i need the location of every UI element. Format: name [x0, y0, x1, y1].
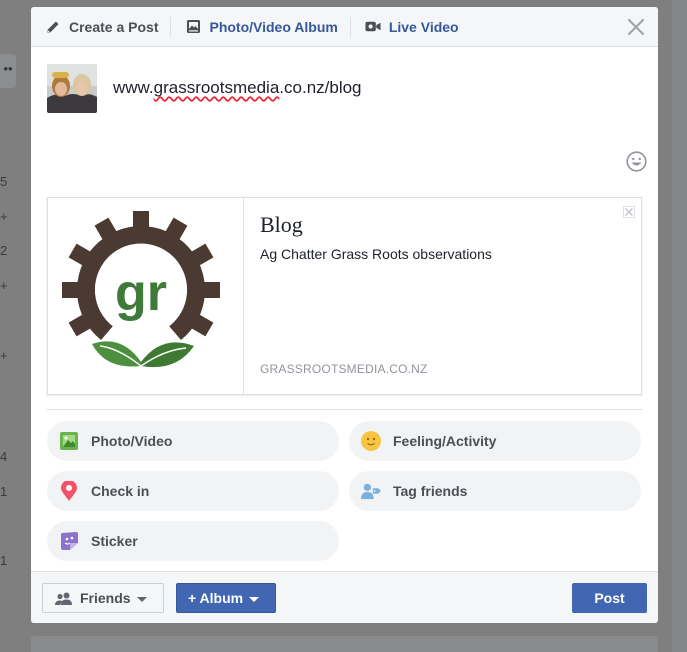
tab-live-video[interactable]: Live Video: [351, 7, 471, 47]
action-label: Feeling/Activity: [393, 433, 497, 449]
add-album-button[interactable]: + Album: [176, 583, 276, 613]
background-count: 1: [0, 484, 8, 499]
emoji-icon[interactable]: [626, 151, 647, 172]
photo-icon: [59, 431, 79, 451]
album-label: + Album: [188, 590, 244, 606]
background-count: +: [0, 209, 8, 224]
location-pin-icon: [59, 481, 79, 501]
background-count: 4: [0, 449, 8, 464]
remove-preview-icon[interactable]: [623, 205, 635, 218]
tag-friends-icon: [361, 481, 381, 501]
background-count: +: [0, 348, 8, 363]
tab-photo-video-album[interactable]: Photo/Video Album: [171, 7, 349, 47]
link-preview-image: gr: [48, 198, 244, 394]
post-button[interactable]: Post: [572, 583, 647, 613]
logo-text: gr: [115, 264, 167, 322]
video-camera-icon: [365, 19, 381, 35]
create-post-dialog: Create a Post Photo/Video Album Live Vid…: [31, 7, 658, 623]
divider: [47, 409, 642, 410]
post-text-misspelled: grassrootsmedia: [153, 78, 280, 97]
pencil-icon: [45, 19, 61, 35]
friends-icon: [55, 592, 72, 605]
smiley-icon: [361, 431, 381, 451]
tag-friends-button[interactable]: Tag friends: [349, 471, 641, 511]
background-count: 1: [0, 553, 8, 568]
background-more-button: ••: [0, 54, 16, 88]
chevron-down-icon: [136, 596, 147, 602]
check-in-button[interactable]: Check in: [47, 471, 339, 511]
background-count: 2: [0, 243, 8, 258]
action-label: Check in: [91, 483, 150, 499]
link-preview-domain: GRASSROOTSMEDIA.CO.NZ: [260, 362, 428, 376]
tab-label: Photo/Video Album: [209, 18, 338, 35]
post-text-prefix: www.: [113, 78, 154, 97]
photo-video-button[interactable]: Photo/Video: [47, 421, 339, 461]
tab-label: Create a Post: [69, 18, 159, 35]
action-label: Sticker: [91, 533, 138, 549]
background-card: [31, 636, 658, 652]
background-count: +: [0, 278, 8, 293]
sticker-button[interactable]: Sticker: [47, 521, 339, 561]
link-preview-card[interactable]: gr Blog Ag Chatter Grass Roots observati…: [47, 197, 642, 395]
background-count: 5: [0, 174, 8, 189]
composer-footer: Friends + Album Post: [31, 571, 658, 623]
link-preview-description: Ag Chatter Grass Roots observations: [260, 246, 492, 262]
chevron-down-icon: [249, 596, 260, 602]
feeling-activity-button[interactable]: Feeling/Activity: [349, 421, 641, 461]
sticker-icon: [59, 531, 79, 551]
post-text-input[interactable]: www.grassrootsmedia.co.nz/blog: [113, 78, 362, 98]
close-icon[interactable]: [626, 17, 646, 37]
tab-label: Live Video: [388, 18, 459, 35]
composer-tabs: Create a Post Photo/Video Album Live Vid…: [31, 7, 658, 47]
audience-label: Friends: [80, 590, 131, 606]
post-text-suffix: .co.nz/blog: [279, 78, 362, 97]
audience-selector-button[interactable]: Friends: [42, 583, 164, 613]
action-label: Tag friends: [393, 483, 468, 499]
album-icon: [185, 19, 201, 35]
tab-create-post[interactable]: Create a Post: [31, 7, 170, 47]
background-scroll-area: [672, 0, 687, 652]
avatar: [47, 64, 97, 113]
link-preview-title: Blog: [260, 212, 303, 237]
action-label: Photo/Video: [91, 433, 173, 449]
